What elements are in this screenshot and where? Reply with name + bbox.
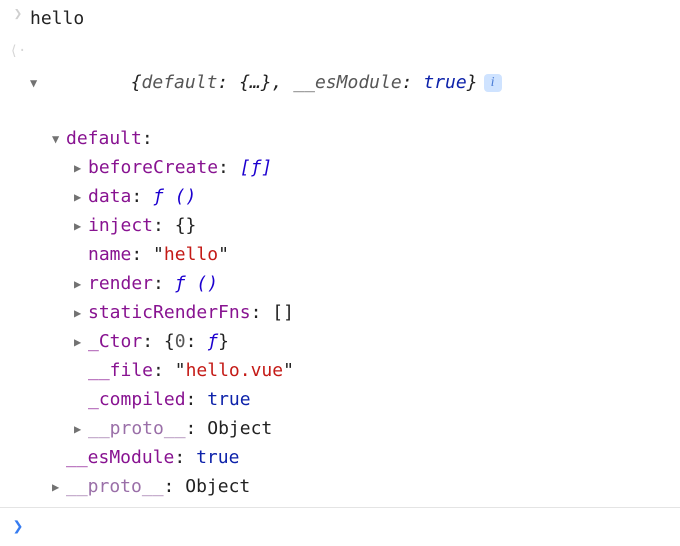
input-expression: hello: [30, 5, 84, 32]
prop-name[interactable]: name: "hello": [30, 240, 680, 269]
prop-beforeCreate[interactable]: ▶ beforeCreate: [ƒ]: [30, 153, 680, 182]
console-prompt[interactable]: ❯: [0, 510, 680, 543]
prompt-caret-icon: ❯: [6, 516, 30, 537]
info-icon[interactable]: i: [484, 74, 502, 92]
chevron-right-icon[interactable]: ▶: [74, 304, 88, 322]
divider: [0, 507, 680, 508]
chevron-down-icon[interactable]: ▼: [30, 74, 44, 92]
chevron-down-icon[interactable]: ▼: [52, 130, 66, 148]
prop-inject[interactable]: ▶ inject: {}: [30, 211, 680, 240]
chevron-right-icon[interactable]: ▶: [74, 333, 88, 351]
prop-file[interactable]: __file: "hello.vue": [30, 356, 680, 385]
prop-default[interactable]: ▼ default:: [30, 124, 680, 153]
console-input-row: ❯ hello: [0, 0, 680, 37]
object-summary[interactable]: ▼ {default: {…}, __esModule: true} i: [30, 41, 680, 124]
prop-compiled[interactable]: _compiled: true: [30, 385, 680, 414]
chevron-right-icon[interactable]: ▶: [74, 217, 88, 235]
prop-proto-inner[interactable]: ▶ __proto__: Object: [30, 414, 680, 443]
prop-proto-outer[interactable]: ▶ __proto__: Object: [30, 472, 680, 501]
chevron-right-icon[interactable]: ▶: [74, 420, 88, 438]
input-gutter-icon: ❯: [6, 4, 30, 25]
chevron-right-icon[interactable]: ▶: [52, 478, 66, 496]
output-gutter-icon: ⟨·: [6, 41, 30, 62]
chevron-right-icon[interactable]: ▶: [74, 275, 88, 293]
console-output-row: ⟨· ▼ {default: {…}, __esModule: true} i …: [0, 37, 680, 505]
chevron-right-icon[interactable]: ▶: [74, 188, 88, 206]
chevron-right-icon[interactable]: ▶: [74, 159, 88, 177]
prop-ctor[interactable]: ▶ _Ctor: {0: ƒ}: [30, 327, 680, 356]
prop-staticRenderFns[interactable]: ▶ staticRenderFns: []: [30, 298, 680, 327]
prop-esModule[interactable]: __esModule: true: [30, 443, 680, 472]
prop-data[interactable]: ▶ data: ƒ (): [30, 182, 680, 211]
prop-render[interactable]: ▶ render: ƒ (): [30, 269, 680, 298]
